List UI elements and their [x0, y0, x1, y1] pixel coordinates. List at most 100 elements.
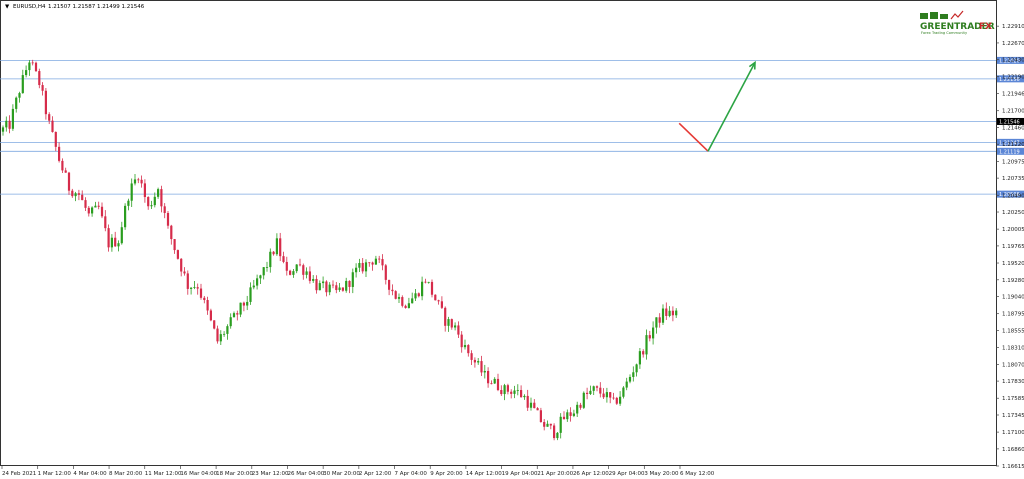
candle-body	[612, 397, 615, 399]
candle-body	[61, 160, 64, 171]
candle-body	[84, 200, 87, 208]
candle-body	[295, 264, 298, 272]
candle-body	[242, 302, 245, 306]
candle-body	[384, 265, 387, 280]
candle-body	[11, 108, 14, 129]
candle-body	[658, 317, 661, 323]
bear-candle	[430, 279, 434, 298]
candle-body	[120, 227, 123, 244]
candle-body	[236, 313, 239, 315]
candle-body	[173, 239, 176, 251]
candle-body	[44, 90, 47, 115]
candle-body	[381, 259, 384, 266]
time-tick-label: 11 Mar 12:00	[145, 471, 182, 477]
candle-body	[549, 423, 552, 426]
candle-body	[219, 334, 222, 342]
candle-body	[110, 237, 113, 248]
candle-body	[642, 351, 645, 355]
time-tick-label: 2 Apr 12:00	[359, 471, 392, 477]
candle-body	[397, 297, 401, 299]
time-tick-label: 14 Apr 12:00	[466, 471, 502, 477]
price-tick-label: 1.22430	[1002, 58, 1024, 64]
candle-body	[34, 62, 38, 72]
candle-body	[322, 281, 325, 284]
candle-body	[81, 194, 84, 201]
candle-body	[361, 263, 364, 272]
price-tick-label: 1.20490	[1002, 193, 1024, 199]
candle-body	[473, 359, 476, 363]
candle-body	[586, 392, 589, 395]
candle-body	[391, 289, 394, 292]
candle-body	[74, 193, 77, 197]
time-tick-label: 23 Mar 12:00	[252, 471, 289, 477]
candle-body	[180, 258, 183, 272]
candle-body	[556, 432, 559, 439]
candle-body	[143, 183, 146, 198]
candle-body	[460, 334, 463, 348]
candle-body	[559, 416, 562, 433]
candle-body	[249, 287, 252, 302]
price-tick-label: 1.18310	[1002, 346, 1024, 352]
candle-body	[516, 390, 519, 391]
candle-body	[648, 335, 651, 339]
price-tick-label: 1.19520	[1002, 261, 1024, 267]
candle-body	[553, 425, 556, 439]
candle-body	[510, 391, 513, 394]
candle-body	[21, 75, 24, 94]
bear-candle	[553, 423, 556, 441]
candle-body	[252, 285, 255, 288]
candle-body	[130, 183, 133, 201]
candle-body	[434, 294, 437, 301]
level-price-label: 1.21119	[999, 149, 1020, 155]
candle-body	[430, 281, 434, 295]
time-tick-label: 24 Feb 2021	[2, 471, 36, 477]
price-tick-label: 1.20250	[1002, 210, 1024, 216]
candle-body	[315, 278, 318, 291]
candle-body	[444, 307, 447, 326]
candle-body	[635, 364, 638, 373]
candle-body	[645, 335, 648, 355]
candle-body	[206, 300, 209, 311]
price-tick-label: 1.19280	[1002, 278, 1024, 284]
candle-body	[539, 410, 542, 423]
candle-body	[470, 353, 473, 360]
plot-area[interactable]	[0, 0, 997, 466]
candle-body	[496, 378, 500, 391]
candle-body	[147, 197, 150, 207]
candle-body	[213, 320, 216, 329]
logo-house-icon	[930, 12, 938, 19]
candle-body	[529, 402, 533, 408]
candle-body	[104, 216, 107, 229]
candle-body	[67, 172, 71, 191]
candle-body	[401, 297, 404, 306]
candle-body	[576, 404, 579, 414]
candle-body	[331, 284, 335, 286]
candle-body	[246, 301, 249, 306]
candle-body	[533, 402, 536, 409]
price-tick-label: 1.20005	[1002, 227, 1024, 233]
ohlc-values: 1.21507 1.21587 1.21499 1.21546	[48, 4, 145, 10]
price-tick-label: 1.18795	[1002, 312, 1024, 318]
candle-body	[595, 386, 599, 388]
candle-body	[71, 190, 74, 197]
candle-body	[605, 392, 608, 398]
price-tick-label: 1.19040	[1002, 295, 1024, 301]
candle-body	[107, 228, 110, 248]
symbol-label: EURUSD,H4	[13, 4, 46, 10]
time-tick-label: 26 Mar 04:00	[287, 471, 324, 477]
price-tick-label: 1.17830	[1002, 379, 1024, 385]
time-tick-label: 29 Apr 04:00	[609, 471, 645, 477]
candle-body	[298, 264, 302, 266]
time-tick-label: 21 Apr 20:00	[537, 471, 573, 477]
candle-body	[368, 262, 371, 264]
candle-body	[338, 287, 341, 291]
candle-body	[325, 281, 328, 293]
logo-text-fx: FX	[979, 22, 992, 32]
bear-candle	[394, 290, 397, 300]
chart-canvas[interactable]: ▼ EURUSD,H4 1.21507 1.21587 1.21499 1.21…	[0, 0, 1024, 479]
candle-body	[388, 279, 391, 290]
price-tick-label: 1.18555	[1002, 328, 1024, 334]
candle-body	[117, 243, 120, 247]
candle-body	[275, 238, 278, 255]
candle-body	[269, 251, 272, 268]
